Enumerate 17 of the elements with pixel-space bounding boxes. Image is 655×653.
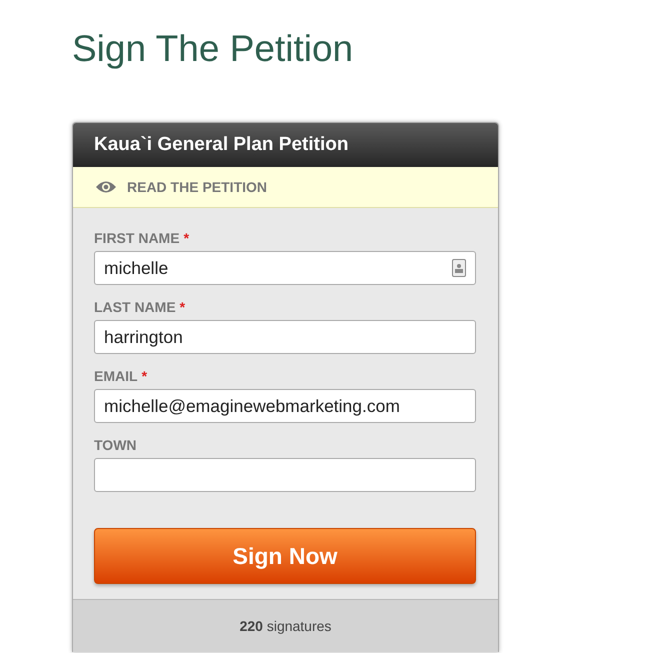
input-field[interactable] bbox=[94, 458, 476, 492]
input-field[interactable]: michelle@emaginewebmarketing.com bbox=[94, 389, 476, 423]
input-field[interactable]: harrington bbox=[94, 320, 476, 354]
label-text: TOWN bbox=[94, 437, 137, 453]
page-title: Sign The Petition bbox=[72, 28, 354, 70]
required-mark: * bbox=[142, 368, 148, 384]
label-text: LAST NAME bbox=[94, 299, 176, 315]
label-text: EMAIL bbox=[94, 368, 138, 384]
contact-card-icon[interactable] bbox=[452, 259, 466, 277]
signature-count: 220 signatures bbox=[240, 618, 332, 634]
card-title: Kaua`i General Plan Petition bbox=[94, 134, 348, 156]
eye-icon bbox=[95, 180, 117, 194]
label-text: FIRST NAME bbox=[94, 230, 180, 246]
required-mark: * bbox=[180, 299, 186, 315]
required-mark: * bbox=[184, 230, 190, 246]
read-petition-link[interactable]: READ THE PETITION bbox=[127, 179, 268, 195]
input-field[interactable]: michelle bbox=[94, 251, 476, 285]
